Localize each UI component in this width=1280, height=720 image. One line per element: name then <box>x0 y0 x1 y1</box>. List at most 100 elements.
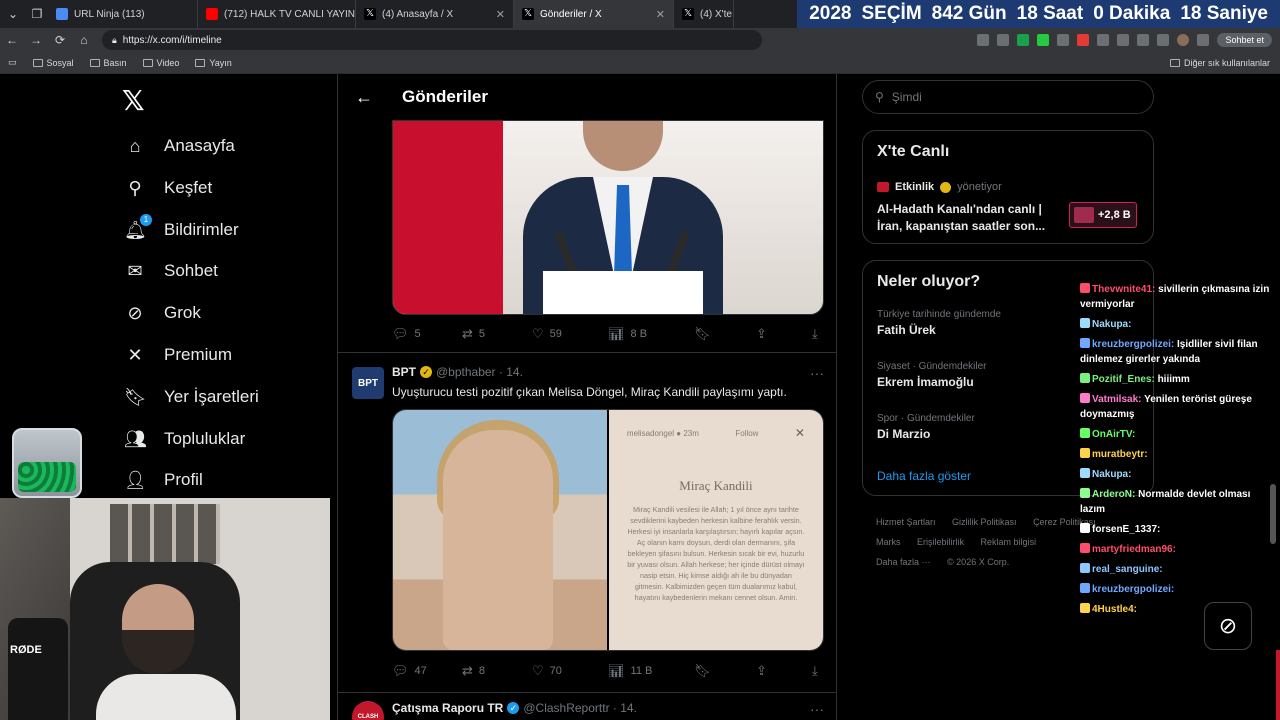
reply-button[interactable]: 💬︎ 47 <box>392 663 462 679</box>
nav-item-yer-isaretleri[interactable]: 🔖︎ Yer İşaretleri <box>124 377 259 417</box>
url-input[interactable]: 🔒︎ https://x.com/i/timeline <box>102 30 762 50</box>
page-scrollbar[interactable] <box>1270 484 1276 544</box>
verified-badge-icon <box>940 181 952 193</box>
bookmark-label: Basın <box>103 57 127 68</box>
tab-anasayfa-x[interactable]: 𝕏 (4) Anasayfa / X ✕ <box>356 0 514 28</box>
home-icon[interactable]: ⌂ <box>72 33 96 47</box>
tab-title: (4) Anasayfa / X <box>382 8 454 20</box>
live-title[interactable]: Al-Hadath Kanalı'ndan canlı | İran, kapa… <box>877 201 1059 235</box>
extension-icon[interactable] <box>1017 34 1030 46</box>
tab-gonderiler-x[interactable]: 𝕏 Gönderiler / X ✕ <box>514 0 674 28</box>
trend-item[interactable]: Türkiye tarihinde gündemde Fatih Ürek <box>877 309 1001 337</box>
tab-xte[interactable]: 𝕏 (4) X'te <box>674 0 734 28</box>
footer-link[interactable]: Hizmet Şartları <box>876 517 936 527</box>
view-count: 11 B <box>630 665 653 677</box>
show-more-link[interactable]: Daha fazla göster <box>877 469 971 483</box>
more-icon[interactable] <box>1197 34 1210 46</box>
x-logo-icon[interactable]: 𝕏 <box>122 84 145 117</box>
extension-icon[interactable] <box>1077 34 1090 46</box>
forward-icon[interactable]: → <box>24 33 48 47</box>
nav-item-topluluklar[interactable]: 👥︎ Topluluklar <box>124 419 245 459</box>
close-tab-icon[interactable]: ✕ <box>656 8 665 21</box>
close-tab-icon[interactable]: ✕ <box>496 8 505 21</box>
other-favorites[interactable]: Diğer sık kullanılanlar <box>1162 58 1280 68</box>
post2-media[interactable]: melisadongel ● 23m Follow ✕ Miraç Kandil… <box>392 409 824 651</box>
like-count: 59 <box>549 328 562 340</box>
search-input[interactable]: ⚲ Şimdi <box>862 80 1154 114</box>
reply-icon: 💬︎ <box>392 663 409 678</box>
footer-link[interactable]: Erişilebilirlik <box>917 537 964 547</box>
trend-item[interactable]: Siyaset · Gündemdekiler Ekrem İmamoğlu <box>877 361 987 389</box>
photo-person <box>443 430 553 650</box>
views-button[interactable]: 📊︎ 8 B <box>608 326 694 342</box>
tab-url-ninja[interactable]: URL Ninja (113) <box>48 0 198 28</box>
extension-icon[interactable] <box>1057 34 1070 46</box>
reading-list-icon[interactable]: ▭ <box>0 57 25 68</box>
live-card: X'te Canlı Etkinlik yönetiyor Al-Hadath … <box>862 130 1154 244</box>
post-card[interactable]: BPT BPT ✓ @bpthaber · 14. ··· Uyuşturucu… <box>338 352 836 692</box>
reply-button[interactable]: 💬︎ 5 <box>392 326 462 342</box>
back-arrow-icon[interactable]: ← <box>342 87 386 108</box>
share-button[interactable]: ⇪ <box>756 663 812 679</box>
extension-icon[interactable] <box>997 34 1010 46</box>
nav-item-grok[interactable]: ⊘ Grok <box>124 293 200 333</box>
workspaces-icon[interactable]: ❐ <box>26 7 48 21</box>
extension-icon[interactable] <box>1097 34 1110 46</box>
author-handle[interactable]: @ClashReporttr · 14. <box>523 701 637 715</box>
nav-item-sohbet[interactable]: ✉ Sohbet <box>124 251 217 291</box>
extension-icon[interactable] <box>1037 34 1050 46</box>
post2-photo[interactable] <box>393 410 607 650</box>
footer-link[interactable]: Marks <box>876 537 901 547</box>
repost-button[interactable]: ⇄ 5 <box>462 326 532 342</box>
views-button[interactable]: 📊︎ 11 B <box>608 663 694 679</box>
refresh-icon[interactable]: ⟳ <box>48 33 72 47</box>
chat-message: Nakupa: <box>1080 467 1272 482</box>
author-name[interactable]: BPT <box>392 365 416 379</box>
avatar[interactable] <box>1177 34 1190 46</box>
footer-link[interactable]: Gizlilik Politikası <box>952 517 1017 527</box>
post2-story-screenshot[interactable]: melisadongel ● 23m Follow ✕ Miraç Kandil… <box>608 410 823 650</box>
favorites-star-icon[interactable] <box>1137 34 1150 46</box>
avatar[interactable]: CLASH <box>352 701 384 720</box>
extension-icon[interactable] <box>977 34 990 46</box>
nav-label: Keşfet <box>164 178 213 197</box>
share-button[interactable]: ⇪ <box>756 326 812 342</box>
footer-link[interactable]: Reklam bilgisi <box>981 537 1037 547</box>
post1-media-image[interactable] <box>392 120 824 315</box>
bookmark-folder-yayin[interactable]: Yayın <box>187 58 239 68</box>
chat-badge-icon <box>1080 428 1090 438</box>
story-username: melisadongel ● 23m <box>626 428 699 438</box>
grok-float-icon[interactable]: ⊘ <box>1204 602 1252 650</box>
nav-item-profil[interactable]: 👤︎ Profil <box>124 460 203 500</box>
avatar[interactable]: BPT <box>352 367 384 399</box>
download-button[interactable]: ⤓ <box>812 663 818 679</box>
more-options-icon[interactable]: ··· <box>810 701 824 717</box>
author-handle[interactable]: @bpthaber · 14. <box>436 365 523 379</box>
repost-button[interactable]: ⇄ 8 <box>462 663 532 679</box>
bookmark-button[interactable]: 🔖︎ <box>694 326 756 342</box>
back-icon[interactable]: ← <box>0 33 24 47</box>
bookmark-folder-sosyal[interactable]: Sosyal <box>25 58 82 68</box>
nav-item-kesfet[interactable]: ⚲ Keşfet <box>124 168 212 208</box>
split-screen-icon[interactable] <box>1117 34 1130 46</box>
bookmark-folder-video[interactable]: Video <box>135 58 188 68</box>
tab-halk-tv[interactable]: (712) HALK TV CANLI YAYINI | FUL <box>198 0 356 28</box>
like-button[interactable]: ♡ 70 <box>532 663 608 679</box>
tab-menu-icon[interactable]: ⌄ <box>0 7 26 21</box>
collections-icon[interactable] <box>1157 34 1170 46</box>
live-listeners-badge[interactable]: +2,8 B <box>1069 202 1137 228</box>
live-host[interactable]: Etkinlik yönetiyor <box>877 181 1002 193</box>
nav-item-bildirimler[interactable]: 🔔︎ 1 Bildirimler <box>124 210 239 250</box>
like-button[interactable]: ♡ 59 <box>532 326 608 342</box>
nav-item-premium[interactable]: ✕ Premium <box>124 335 232 375</box>
download-button[interactable]: ⤓ <box>812 326 818 342</box>
bookmark-button[interactable]: 🔖︎ <box>694 663 756 679</box>
bookmark-folder-basin[interactable]: Basın <box>82 58 135 68</box>
author-name[interactable]: Çatışma Raporu TR <box>392 701 503 715</box>
nav-item-anasayfa[interactable]: ⌂ Anasayfa <box>124 126 235 166</box>
copilot-chat-button[interactable]: Sohbet et <box>1217 33 1272 47</box>
more-options-icon[interactable]: ··· <box>810 365 824 381</box>
post-card[interactable]: CLASH Çatışma Raporu TR ✓ @ClashReporttr… <box>338 692 836 720</box>
trend-item[interactable]: Spor · Gündemdekiler Di Marzio <box>877 413 975 441</box>
footer-link[interactable]: Daha fazla ··· <box>876 557 931 567</box>
